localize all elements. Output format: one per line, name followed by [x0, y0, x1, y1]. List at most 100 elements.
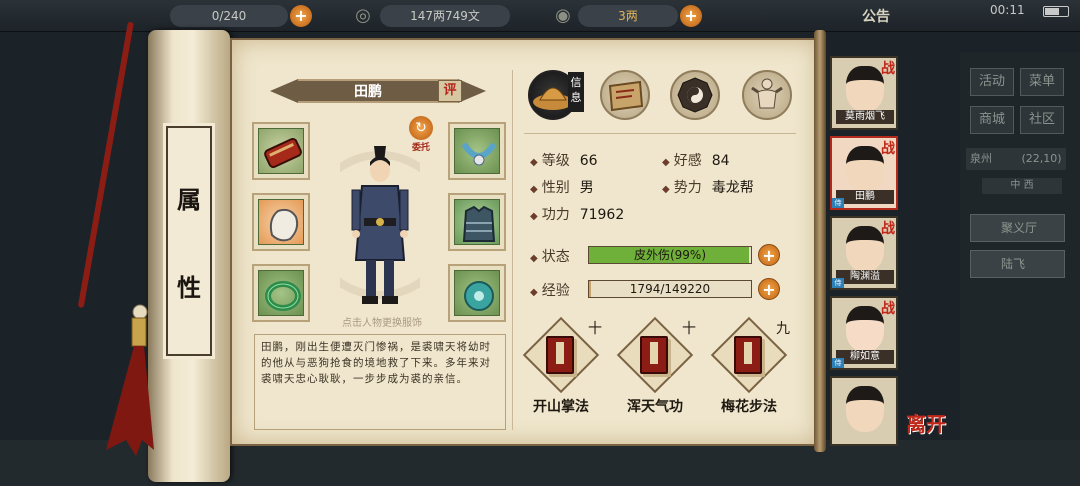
- activity-button[interactable]: 活动: [970, 68, 1014, 96]
- clock: 00:11: [990, 3, 1025, 17]
- faction-label: 势力: [673, 180, 702, 196]
- faction-value: 毒龙帮: [711, 180, 754, 196]
- divider: [512, 70, 513, 430]
- npc-label: 陆飞: [1001, 257, 1026, 271]
- diamond-icon: ◆: [662, 157, 670, 168]
- diamond-icon: ◆: [530, 211, 538, 222]
- roster-member[interactable]: 战 莫雨烟飞: [830, 56, 898, 130]
- necklace-icon: [461, 142, 497, 166]
- bio-text: 田鹏，刚出生便遭灭门惨祸，是裘啸天将幼时的他从与恶狗抢食的境地救了下来。多年来对…: [261, 341, 491, 385]
- residents-counter: 0/240: [170, 5, 288, 27]
- member-name: 陶渊溢: [836, 270, 894, 284]
- scroll-cord: [77, 21, 134, 309]
- skill-level: 九: [776, 321, 790, 337]
- coins-counter: 147两749文: [380, 5, 510, 27]
- menu-button[interactable]: 菜单: [1020, 68, 1064, 96]
- leave-button[interactable]: 离开: [906, 408, 946, 437]
- exp-label: 经验: [541, 283, 570, 299]
- paper-roll-right: [814, 30, 826, 452]
- scroll-map-icon: [608, 80, 644, 112]
- skill-name: 浑天气功: [627, 399, 683, 415]
- roster-member[interactable]: [830, 376, 898, 446]
- scroll-title-char-2: 性: [177, 273, 201, 302]
- slot-ring[interactable]: [252, 264, 310, 322]
- slot-glove[interactable]: [252, 193, 310, 251]
- glove-icon: [269, 208, 299, 242]
- divider: [524, 133, 796, 134]
- slot-bracer[interactable]: [252, 122, 310, 180]
- slot-armor[interactable]: [448, 193, 506, 251]
- tab-info-label: 信息: [568, 72, 584, 112]
- jade-pendant-icon: [464, 281, 494, 311]
- diamond-icon: ◆: [530, 157, 538, 168]
- skill-item[interactable]: 十 浑天气功: [614, 316, 696, 418]
- stat-level: ◆ 等级 66: [530, 150, 598, 170]
- battle-mark: 战: [881, 61, 895, 77]
- roster-member[interactable]: 战 陶渊溢 侍: [830, 216, 898, 290]
- location-display: 泉州 (22,10): [966, 148, 1066, 170]
- status-text: 皮外伤(99%): [633, 248, 707, 262]
- gender-value: 男: [579, 180, 594, 196]
- add-residents-button[interactable]: +: [290, 5, 312, 27]
- tab-equipment[interactable]: [600, 70, 650, 120]
- status-label: 状态: [541, 249, 570, 265]
- diamond-icon: ◆: [530, 253, 538, 264]
- body-meridian-icon: [751, 78, 783, 109]
- battle-mark: 战: [881, 141, 895, 157]
- diamond-icon: ◆: [662, 184, 670, 195]
- community-button[interactable]: 社区: [1020, 106, 1064, 134]
- tab-fate[interactable]: [670, 70, 720, 120]
- skill-item[interactable]: 十 开山掌法: [520, 316, 602, 418]
- entrust-button[interactable]: ↻ 委托: [404, 116, 438, 156]
- add-exp-button[interactable]: +: [758, 278, 780, 300]
- compass: 中 西: [982, 178, 1062, 194]
- roster-member-selected[interactable]: 战 田鹏 侍: [830, 136, 898, 210]
- character-portrait[interactable]: [340, 140, 420, 310]
- skill-book-icon: [546, 336, 574, 374]
- avatar: [846, 66, 884, 112]
- entrust-icon: ↻: [409, 116, 433, 140]
- scroll-title: 属 性: [163, 123, 215, 359]
- slot-jade[interactable]: [448, 264, 506, 322]
- shop-button[interactable]: 商城: [970, 106, 1014, 134]
- skill-level: 十: [682, 321, 696, 337]
- stat-power: ◆ 功力 71962: [530, 204, 624, 224]
- rate-button[interactable]: 评: [438, 80, 462, 102]
- attendant-tag: 侍: [832, 358, 844, 368]
- member-name: 柳如意: [836, 350, 894, 364]
- tab-meridians[interactable]: [742, 70, 792, 120]
- skill-name: 开山掌法: [533, 399, 589, 415]
- stat-gender: ◆ 性别男: [530, 177, 594, 197]
- avatar: [846, 226, 884, 272]
- diamond-icon: ◆: [530, 287, 538, 298]
- attendant-tag: 侍: [832, 278, 844, 288]
- battle-mark: 战: [881, 221, 895, 237]
- top-bar: 0/240 + ◎ 147两749文 ◉ 3两 + 公告 00:11: [0, 0, 1080, 32]
- attendant-tag: 侍: [832, 198, 844, 208]
- favor-value: 84: [711, 153, 730, 169]
- level-value: 66: [579, 153, 598, 169]
- scroll-title-char-1: 属: [177, 185, 201, 214]
- armor-icon: [462, 205, 496, 242]
- add-gold-button[interactable]: +: [680, 5, 702, 27]
- announcement-button[interactable]: 公告: [862, 6, 890, 26]
- level-label: 等级: [541, 153, 570, 169]
- slot-necklace[interactable]: [448, 122, 506, 180]
- skill-item[interactable]: 九 梅花步法: [708, 316, 790, 418]
- stat-favor: ◆ 好感 84: [662, 150, 730, 170]
- stat-faction: ◆ 势力 毒龙帮: [662, 177, 754, 197]
- skill-book-icon: [734, 336, 762, 374]
- skill-name: 梅花步法: [721, 399, 777, 415]
- skill-level: 十: [588, 321, 602, 337]
- status-bar: 皮外伤(99%): [588, 246, 752, 264]
- entrust-label: 委托: [411, 143, 430, 153]
- skill-book-icon: [640, 336, 668, 374]
- avatar: [846, 386, 884, 432]
- hall-button[interactable]: 聚义厅: [970, 214, 1065, 242]
- jade-ring-icon: [265, 281, 301, 311]
- avatar: [846, 306, 884, 352]
- npc-button[interactable]: 陆飞: [970, 250, 1065, 278]
- character-bio: 田鹏，刚出生便遭灭门惨祸，是裘啸天将幼时的他从与恶狗抢食的境地救了下来。多年来对…: [254, 334, 506, 430]
- roster-member[interactable]: 战 柳如意 侍: [830, 296, 898, 370]
- heal-button[interactable]: +: [758, 244, 780, 266]
